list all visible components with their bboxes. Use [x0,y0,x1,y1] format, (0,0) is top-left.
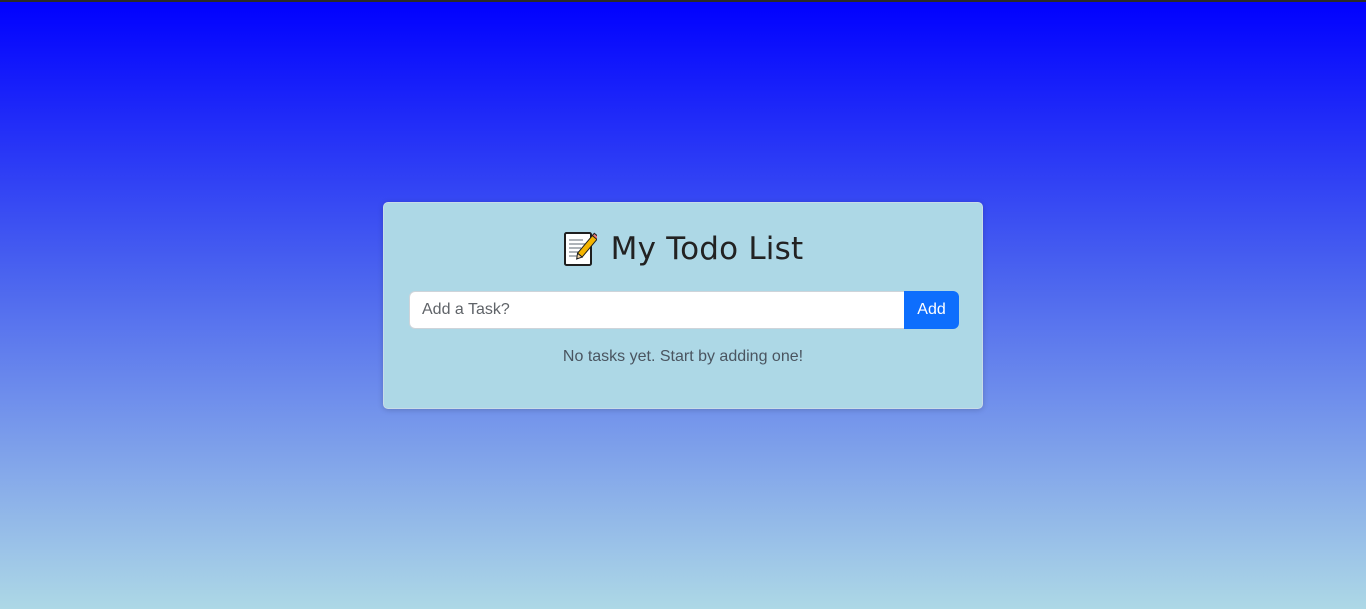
top-border [0,0,1366,2]
add-button[interactable]: Add [904,291,959,329]
add-task-form: Add [409,291,959,329]
title-row: My Todo List [384,227,982,271]
empty-state-message: No tasks yet. Start by adding one! [562,348,804,365]
memo-icon [563,231,597,267]
todo-card: My Todo List Add No tasks yet. Start by … [383,202,983,409]
page-title: My Todo List [610,231,804,267]
task-input[interactable] [409,291,904,329]
